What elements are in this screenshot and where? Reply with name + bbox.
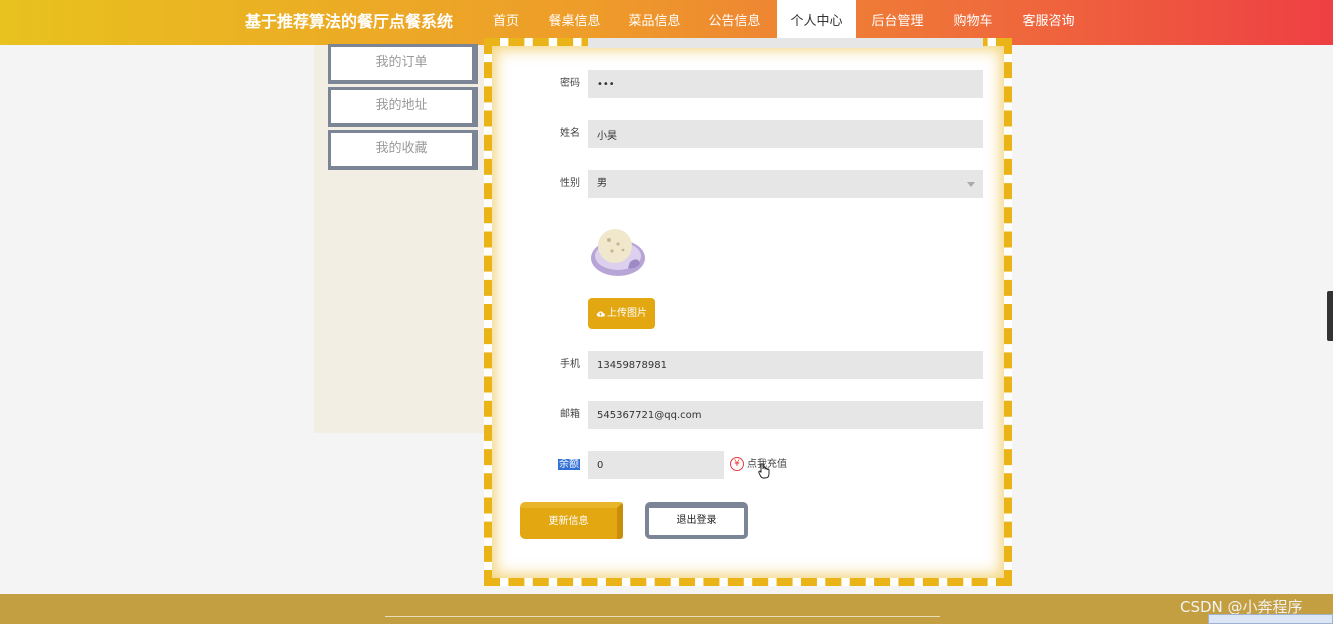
name-label: 姓名 [560,128,580,139]
nav-item-support[interactable]: 客服咨询 [1015,0,1082,45]
balance-label: 余额 [558,459,580,470]
footer-divider [385,616,940,617]
name-field[interactable] [588,120,983,148]
username-field-partial[interactable] [588,38,983,48]
phone-label: 手机 [560,359,580,370]
site-title: 基于推荐算法的餐厅点餐系统 [245,12,454,31]
system-tray [1208,614,1333,624]
logout-button[interactable]: 退出登录 [645,502,748,539]
avatar-image [588,220,646,278]
email-field[interactable] [588,401,983,429]
hand-cursor-icon [758,463,770,479]
update-info-button[interactable]: 更新信息 [520,502,623,539]
gender-label: 性别 [560,178,580,189]
balance-field[interactable] [588,451,724,479]
gender-select[interactable]: 男 [588,170,983,198]
password-field[interactable] [588,70,983,98]
phone-field[interactable] [588,351,983,379]
scrollbar-handle[interactable] [1327,291,1333,341]
footer [0,594,1333,624]
password-label: 密码 [560,78,580,89]
sidebar-item-orders[interactable]: 我的订单 [328,44,478,84]
sidebar-item-favorites[interactable]: 我的收藏 [328,130,478,170]
dropdown-arrow-icon [967,182,975,187]
email-label: 邮箱 [560,409,580,420]
upload-button-label: 上传图片 [607,308,647,319]
yuan-icon: ¥ [730,457,744,471]
upload-image-button[interactable]: 上传图片 [588,298,655,329]
cloud-upload-icon [596,311,605,317]
sidebar-item-addresses[interactable]: 我的地址 [328,87,478,127]
